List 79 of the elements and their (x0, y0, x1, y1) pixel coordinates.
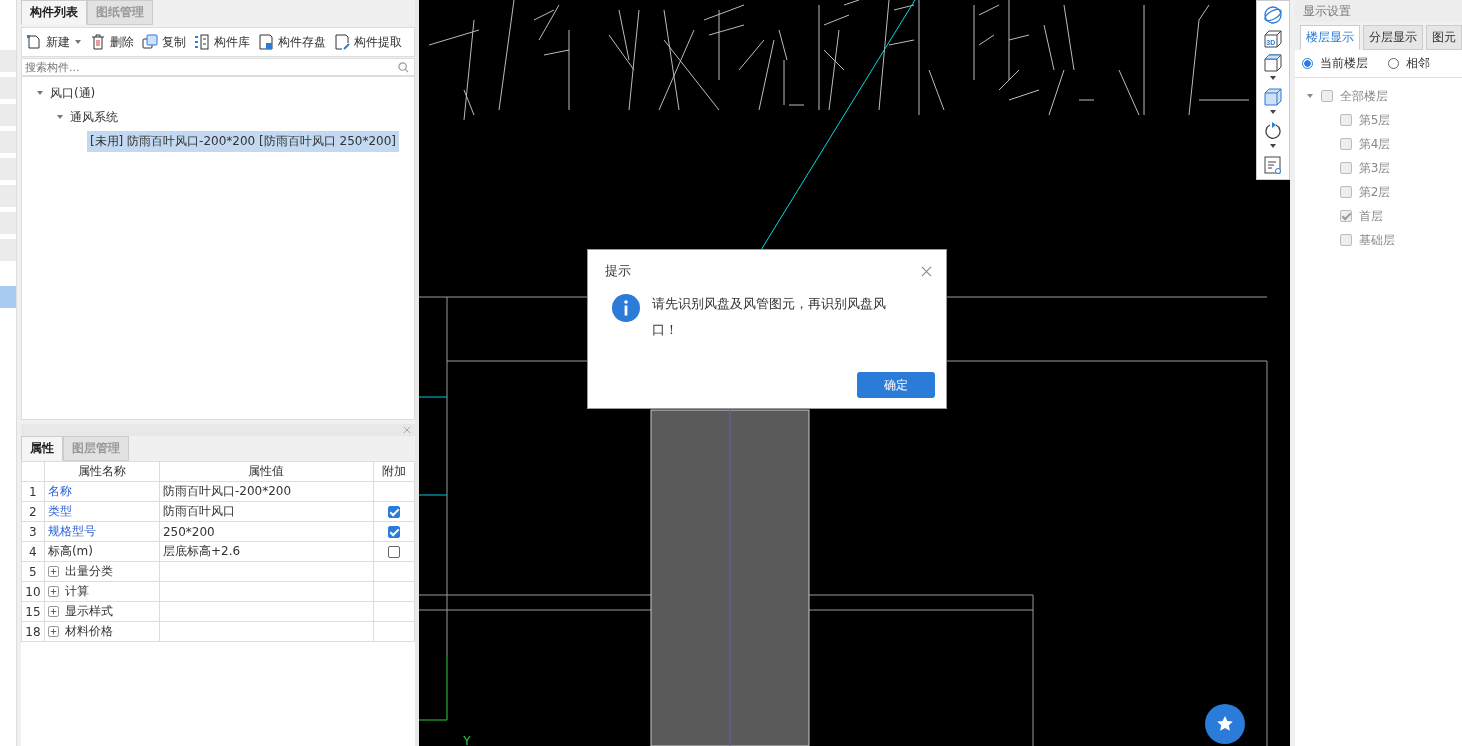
property-name: 出量分类 (64, 563, 113, 580)
expand-arrow-icon[interactable] (55, 113, 64, 121)
solid-cube-icon (1263, 87, 1284, 107)
caret-icon (1269, 109, 1278, 115)
property-name: 显示样式 (64, 603, 113, 620)
tree-item[interactable]: 风口(通) (46, 82, 99, 104)
copy-icon (141, 34, 158, 50)
column-header: 属性值 (159, 461, 374, 482)
trash-icon (89, 34, 106, 50)
radio-option[interactable]: 相邻 (1387, 55, 1430, 72)
property-name: 计算 (64, 583, 89, 600)
row-number: 15 (21, 601, 45, 622)
cube-icon (1263, 29, 1284, 49)
column-header: 属性名称 (44, 461, 160, 482)
tree-item[interactable]: [未用] 防雨百叶风口-200*200 [防雨百叶风口 250*200] (86, 130, 400, 152)
info-icon (612, 294, 641, 322)
new-file-icon (25, 34, 42, 50)
axis-label: Y (463, 734, 471, 746)
checkbox[interactable] (387, 546, 400, 558)
panel-tab[interactable]: 分层显示 (1362, 25, 1423, 50)
ok-button[interactable]: 确定 (857, 372, 936, 398)
panel-title: 显示设置 (1294, 0, 1462, 22)
dialog-message: 请先识别风盘及风管图元，再识别风盘风口！ (652, 295, 888, 339)
expand-arrow-icon[interactable] (1305, 92, 1314, 100)
row-number: 1 (21, 481, 45, 502)
floor-checkbox[interactable]: 基础层 (1339, 231, 1395, 249)
extract-icon (333, 34, 350, 50)
caret-icon (73, 38, 82, 46)
toolbar-button[interactable]: 删除 (87, 33, 136, 51)
row-number: 10 (21, 581, 45, 602)
list-icon (1263, 155, 1284, 175)
panel-tab[interactable]: 属性 (20, 436, 63, 461)
property-name: 标高(m) (47, 543, 93, 560)
panel-tab[interactable]: 构件列表 (20, 0, 87, 25)
cube-icon (1263, 53, 1284, 73)
expand-icon[interactable] (47, 586, 59, 597)
checkbox[interactable] (387, 506, 400, 518)
property-value[interactable]: 250*200 (162, 524, 215, 539)
row-number: 3 (21, 521, 45, 542)
caret-icon (1269, 143, 1278, 149)
panel-tab[interactable]: 图元 (1425, 25, 1462, 50)
row-number: 5 (21, 561, 45, 582)
floor-checkbox[interactable]: 第3层 (1339, 159, 1391, 177)
row-number: 18 (21, 621, 45, 642)
row-number: 4 (21, 541, 45, 562)
property-name: 名称 (47, 483, 72, 500)
caret-icon (1269, 75, 1278, 81)
radio-option[interactable]: 当前楼层 (1301, 55, 1368, 72)
floor-checkbox[interactable]: 全部楼层 (1320, 87, 1388, 105)
toolbar-button[interactable]: 构件提取 (331, 33, 404, 51)
search-field[interactable]: 搜索构件... (20, 58, 416, 76)
search-icon (398, 62, 410, 73)
rotate-icon (1263, 121, 1284, 141)
expand-arrow-icon[interactable] (35, 89, 44, 97)
tree-item[interactable]: 通风系统 (66, 106, 121, 128)
list-icon (193, 34, 210, 50)
orbit-icon (1263, 5, 1284, 25)
toolbar-button[interactable]: 新建 (23, 33, 84, 51)
dialog-title: 提示 (605, 262, 632, 280)
column-header: 附加 (373, 461, 415, 482)
property-name: 类型 (47, 503, 72, 520)
toolbar-button[interactable]: 构件库 (191, 33, 252, 51)
row-number: 2 (21, 501, 45, 522)
expand-icon[interactable] (47, 566, 59, 577)
floor-checkbox[interactable]: 第5层 (1339, 111, 1391, 129)
toolbar-button[interactable]: 构件存盘 (255, 33, 328, 51)
floor-checkbox[interactable]: 首层 (1339, 207, 1383, 225)
expand-icon[interactable] (47, 626, 59, 637)
property-name: 材料价格 (64, 623, 113, 640)
checkbox[interactable] (387, 526, 400, 538)
toolbar-button[interactable]: 复制 (139, 33, 188, 51)
save-icon (257, 34, 274, 50)
panel-tab[interactable]: 楼层显示 (1299, 25, 1360, 50)
close-icon[interactable] (921, 265, 933, 277)
floor-checkbox[interactable]: 第4层 (1339, 135, 1391, 153)
property-name: 规格型号 (47, 523, 96, 540)
favorite-button[interactable] (1205, 704, 1246, 744)
expand-icon[interactable] (47, 606, 59, 617)
floor-checkbox[interactable]: 第2层 (1339, 183, 1391, 201)
